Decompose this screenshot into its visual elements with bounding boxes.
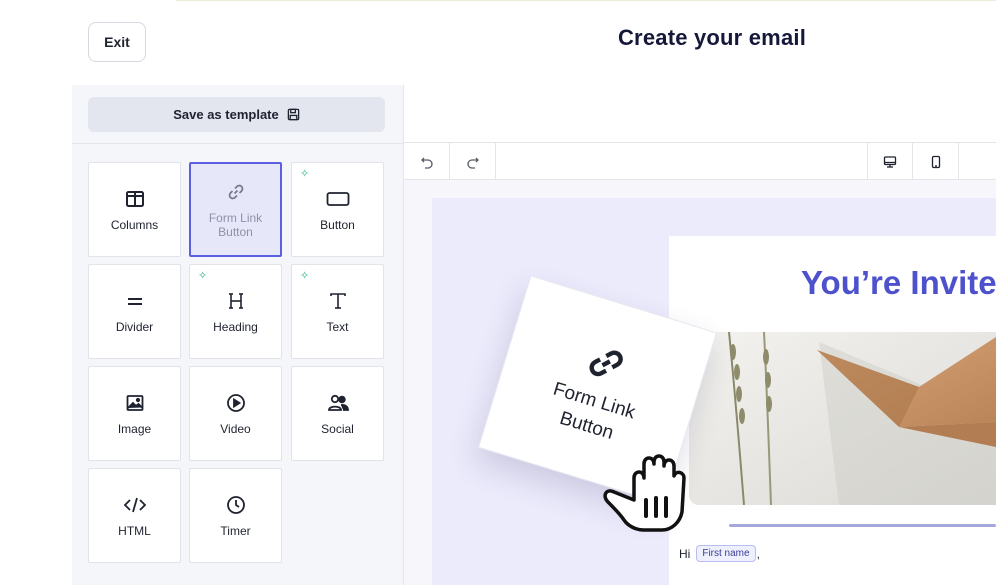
- heading-icon: [228, 292, 243, 309]
- desktop-view-button[interactable]: [867, 143, 913, 180]
- block-divider[interactable]: Divider: [88, 264, 181, 359]
- block-text-label: Text: [326, 319, 349, 334]
- exit-button[interactable]: Exit: [88, 22, 146, 62]
- image-icon: [126, 394, 143, 411]
- editor-toolbar: [404, 143, 996, 180]
- blocks-sidebar: Save as template Columns Form Link Butto…: [72, 85, 404, 585]
- greeting-punctuation: ,: [756, 546, 760, 561]
- block-columns[interactable]: Columns: [88, 162, 181, 257]
- block-form-link-button[interactable]: Form Link Button: [189, 162, 282, 257]
- email-hero-image[interactable]: [689, 332, 996, 505]
- block-html-label: HTML: [118, 523, 151, 538]
- email-heading[interactable]: You’re Invite: [801, 264, 996, 302]
- greeting-line[interactable]: Hi First name ,: [679, 545, 760, 562]
- top-edge-line: [176, 0, 996, 1]
- link-icon: [589, 349, 623, 376]
- block-heading-label: Heading: [213, 319, 258, 334]
- block-social[interactable]: Social: [291, 366, 384, 461]
- divider-icon: [127, 297, 142, 305]
- undo-icon: [420, 157, 433, 169]
- mobile-view-button[interactable]: [913, 143, 959, 180]
- button-icon: [326, 191, 349, 206]
- redo-icon: [466, 157, 479, 169]
- block-button-label: Button: [320, 217, 355, 232]
- save-as-template-button[interactable]: Save as template: [88, 97, 385, 132]
- block-video[interactable]: Video: [189, 366, 282, 461]
- top-bar: Exit Create your email: [0, 0, 996, 85]
- block-timer[interactable]: Timer: [189, 468, 282, 563]
- save-as-template-label: Save as template: [173, 107, 279, 122]
- block-divider-label: Divider: [115, 319, 154, 334]
- block-columns-label: Columns: [110, 217, 159, 232]
- grab-hand-cursor-icon: [603, 454, 686, 532]
- code-icon: [123, 497, 146, 512]
- columns-icon: [125, 190, 144, 207]
- block-image[interactable]: Image: [88, 366, 181, 461]
- new-sparkle-icon: ✧: [198, 270, 208, 282]
- block-button[interactable]: ✧ Button: [291, 162, 384, 257]
- sidebar-divider: [72, 143, 404, 144]
- block-form-link-button-label: Form Link Button: [208, 210, 263, 239]
- undo-button[interactable]: [404, 143, 450, 180]
- block-timer-label: Timer: [220, 523, 251, 538]
- block-text[interactable]: ✧ Text: [291, 264, 384, 359]
- email-content-card[interactable]: You’re Invite Hi First name ,: [669, 236, 996, 585]
- email-divider-line: [729, 524, 996, 527]
- block-social-label: Social: [321, 421, 354, 436]
- play-circle-icon: [226, 393, 245, 412]
- new-sparkle-icon: ✧: [300, 168, 310, 180]
- merge-tag-first-name[interactable]: First name: [696, 545, 756, 562]
- link-icon: [228, 184, 243, 199]
- floppy-disk-icon: [287, 108, 300, 121]
- new-sparkle-icon: ✧: [300, 270, 310, 282]
- block-image-label: Image: [117, 421, 152, 436]
- block-heading[interactable]: ✧ Heading: [189, 264, 282, 359]
- envelope-photo: [689, 332, 996, 505]
- mobile-icon: [931, 155, 940, 168]
- editor-header-bar: [404, 85, 996, 143]
- people-icon: [327, 394, 349, 411]
- desktop-icon: [883, 155, 897, 168]
- block-video-label: Video: [220, 421, 251, 436]
- block-html[interactable]: HTML: [88, 468, 181, 563]
- clock-icon: [226, 495, 245, 514]
- greeting-text: Hi: [679, 546, 691, 561]
- page-title: Create your email: [617, 25, 807, 50]
- text-icon: [329, 292, 346, 309]
- redo-button[interactable]: [450, 143, 496, 180]
